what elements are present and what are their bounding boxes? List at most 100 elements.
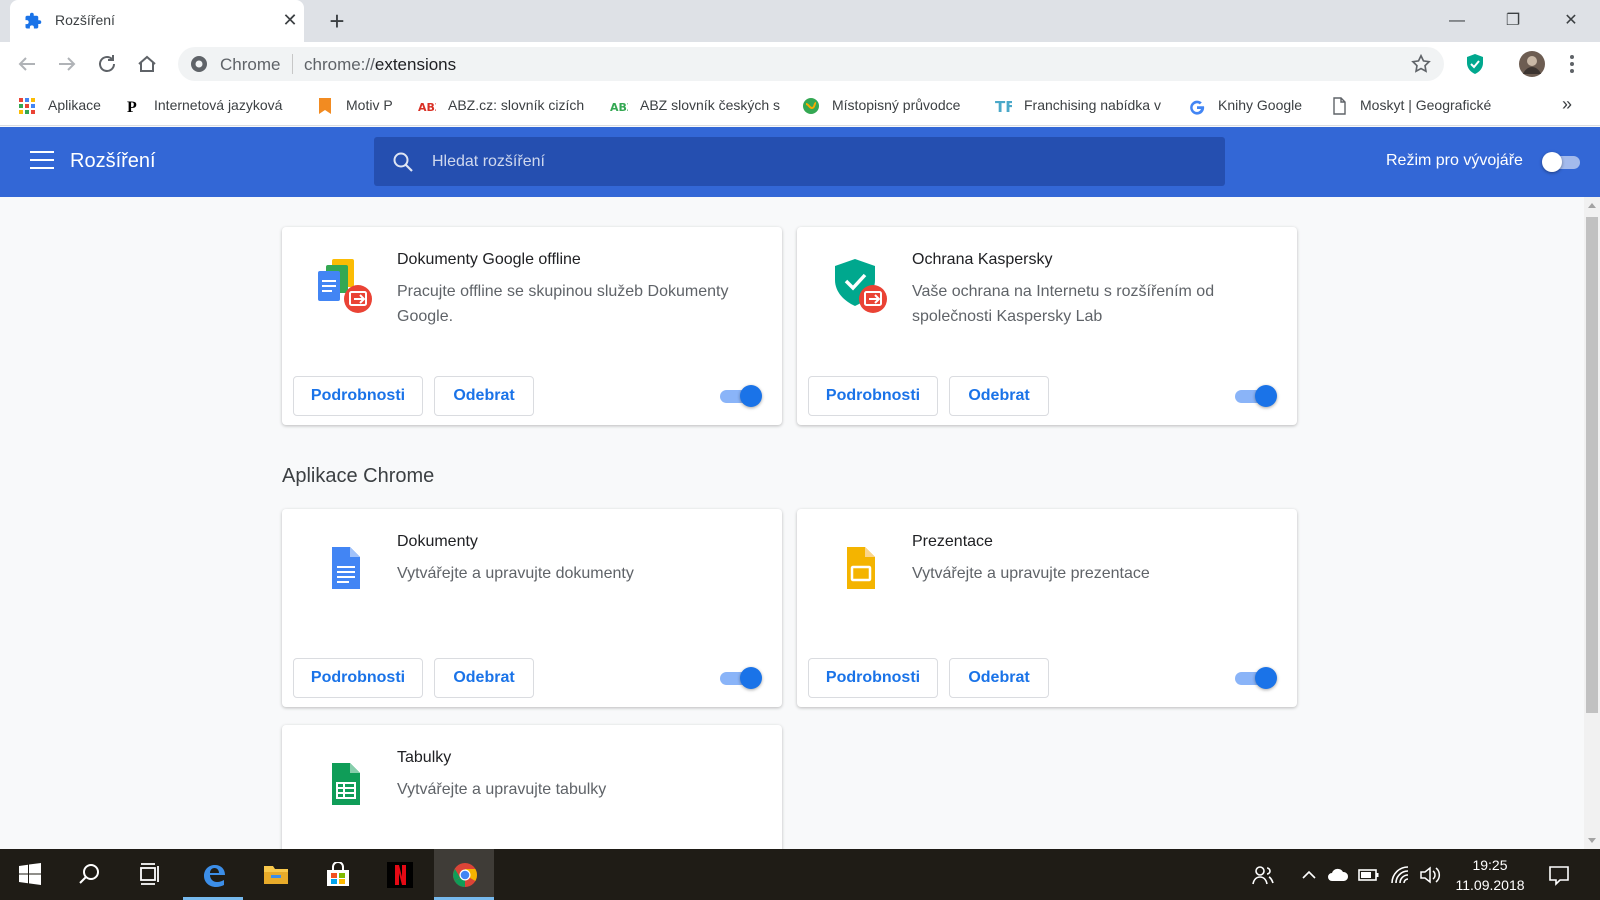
remove-button[interactable]: Odebrat bbox=[949, 658, 1049, 698]
app-description: Vytvářejte a upravujte tabulky bbox=[397, 781, 607, 798]
taskbar-file-explorer[interactable] bbox=[245, 849, 305, 900]
bookmarks-overflow-button[interactable]: » bbox=[1562, 94, 1572, 115]
clock-date: 11.09.2018 bbox=[1455, 877, 1525, 893]
bookmark-knihy-google[interactable]: Knihy Google bbox=[1188, 96, 1308, 116]
details-button[interactable]: Podrobnosti bbox=[808, 658, 938, 698]
google-docs-offline-icon bbox=[318, 259, 372, 313]
start-button[interactable] bbox=[0, 849, 60, 900]
details-button[interactable]: Podrobnosti bbox=[293, 658, 423, 698]
window-close-button[interactable]: ✕ bbox=[1548, 6, 1594, 36]
bookmarks-bar: Aplikace P Internetová jazyková Motiv P … bbox=[0, 86, 1600, 126]
bookmark-star-icon[interactable] bbox=[1410, 53, 1432, 75]
google-g-icon bbox=[1190, 100, 1205, 115]
minimize-button[interactable]: — bbox=[1434, 6, 1480, 36]
task-view-button[interactable] bbox=[120, 849, 180, 900]
cloud-icon[interactable] bbox=[1327, 864, 1349, 886]
bookmark-motiv-p[interactable]: Motiv P bbox=[316, 96, 398, 116]
scroll-up-icon[interactable] bbox=[1588, 203, 1596, 208]
bookmark-mistopisny-pruvodce[interactable]: Místopisný průvodce bbox=[802, 96, 972, 116]
app-description: Vytvářejte a upravujte prezentace bbox=[912, 565, 1150, 582]
remove-button[interactable]: Odebrat bbox=[949, 376, 1049, 416]
details-button[interactable]: Podrobnosti bbox=[293, 376, 423, 416]
avatar[interactable] bbox=[1518, 50, 1546, 78]
forward-icon[interactable] bbox=[53, 50, 81, 78]
taskbar-netflix[interactable] bbox=[369, 849, 429, 900]
address-bar[interactable]: Chrome chrome://extensions bbox=[178, 47, 1444, 81]
extension-description: Pracujte offline se skupinou služeb Doku… bbox=[397, 283, 729, 325]
app-card-sheets: Tabulky Vytvářejte a upravujte tabulky bbox=[282, 725, 782, 849]
search-icon bbox=[79, 864, 99, 884]
system-clock[interactable]: 19:25 11.09.2018 bbox=[1440, 855, 1540, 895]
battery-icon[interactable] bbox=[1358, 864, 1380, 886]
extension-card-docs-offline: Dokumenty Google offline Pracujte offlin… bbox=[282, 227, 782, 425]
task-view-icon bbox=[140, 863, 159, 885]
extension-card-kaspersky: Ochrana Kaspersky Vaše ochrana na Intern… bbox=[797, 227, 1297, 425]
bookmark-icon bbox=[319, 98, 331, 114]
wifi-icon[interactable] bbox=[1389, 864, 1411, 886]
extension-enable-toggle[interactable] bbox=[1235, 385, 1277, 407]
bookmark-internetova-jazykova[interactable]: P Internetová jazyková bbox=[124, 96, 292, 116]
bookmark-abz-cizich[interactable]: ABZ ABZ.cz: slovník cizích bbox=[418, 96, 586, 116]
windows-taskbar: 19:25 11.09.2018 bbox=[0, 849, 1600, 900]
remove-button[interactable]: Odebrat bbox=[434, 376, 534, 416]
page-title: Rozšíření bbox=[70, 150, 156, 172]
clock-time: 19:25 bbox=[1472, 857, 1508, 873]
menu-dots-icon[interactable] bbox=[1562, 52, 1582, 76]
bookmark-aplikace[interactable]: Aplikace bbox=[18, 96, 108, 116]
app-card-slides: Prezentace Vytvářejte a upravujte prezen… bbox=[797, 509, 1297, 707]
hamburger-menu-icon[interactable] bbox=[30, 151, 54, 171]
notification-icon[interactable] bbox=[1548, 864, 1570, 886]
app-card-docs: Dokumenty Vytvářejte a upravujte dokumen… bbox=[282, 509, 782, 707]
taskbar-search-button[interactable] bbox=[60, 849, 120, 900]
url-text[interactable]: chrome://extensions bbox=[304, 55, 456, 75]
developer-mode-toggle[interactable] bbox=[1542, 152, 1582, 172]
app-name: Prezentace bbox=[912, 533, 993, 550]
kaspersky-shield-icon[interactable] bbox=[1463, 52, 1487, 76]
omnibox-separator bbox=[292, 54, 293, 74]
search-box[interactable] bbox=[374, 137, 1225, 186]
details-button[interactable]: Podrobnosti bbox=[808, 376, 938, 416]
google-docs-icon bbox=[332, 547, 360, 589]
back-icon[interactable] bbox=[13, 50, 41, 78]
app-enable-toggle[interactable] bbox=[720, 667, 762, 689]
app-description: Vytvářejte a upravujte dokumenty bbox=[397, 565, 634, 582]
extension-name: Dokumenty Google offline bbox=[397, 251, 581, 268]
search-input[interactable] bbox=[432, 147, 1192, 177]
taskbar-chrome[interactable] bbox=[434, 849, 494, 900]
taskbar-store[interactable] bbox=[307, 849, 367, 900]
svg-text:ABZ: ABZ bbox=[610, 101, 628, 114]
svg-text:TF: TF bbox=[995, 98, 1012, 115]
volume-icon[interactable] bbox=[1419, 864, 1441, 886]
scrollbar-thumb[interactable] bbox=[1586, 217, 1598, 713]
tab-strip: Rozšíření ✕ + — ❐ ✕ bbox=[0, 0, 1600, 42]
tab-close-icon[interactable]: ✕ bbox=[280, 10, 300, 30]
chrome-icon bbox=[191, 56, 207, 72]
section-title-chrome-apps: Aplikace Chrome bbox=[282, 465, 435, 487]
remove-button[interactable]: Odebrat bbox=[434, 658, 534, 698]
svg-text:ABZ: ABZ bbox=[418, 101, 436, 114]
extension-enable-toggle[interactable] bbox=[720, 385, 762, 407]
bookmark-abz-ceskych[interactable]: ABZ ABZ slovník českých s bbox=[610, 96, 782, 116]
restore-button[interactable]: ❐ bbox=[1490, 6, 1536, 36]
bookmark-moskyt[interactable]: Moskyt | Geografické bbox=[1330, 96, 1502, 116]
url-scheme: chrome:// bbox=[304, 55, 375, 74]
app-enable-toggle[interactable] bbox=[1235, 667, 1277, 689]
browser-toolbar: Chrome chrome://extensions bbox=[0, 42, 1600, 86]
taskbar-edge[interactable] bbox=[183, 849, 243, 900]
bookmark-franchising[interactable]: TF Franchising nabídka v bbox=[994, 96, 1162, 116]
tab-title: Rozšíření bbox=[55, 12, 115, 28]
reload-icon[interactable] bbox=[93, 50, 121, 78]
kaspersky-protection-icon bbox=[835, 259, 887, 313]
search-icon bbox=[393, 152, 413, 172]
scroll-down-icon[interactable] bbox=[1588, 838, 1596, 843]
page-scrollbar[interactable] bbox=[1584, 197, 1600, 849]
home-icon[interactable] bbox=[133, 50, 161, 78]
extension-description: Vaše ochrana na Internetu s rozšířením o… bbox=[912, 283, 1215, 325]
new-tab-button[interactable]: + bbox=[325, 6, 349, 36]
people-icon[interactable] bbox=[1252, 864, 1274, 886]
tab-extensions[interactable]: Rozšíření ✕ bbox=[10, 0, 304, 42]
url-host: extensions bbox=[374, 55, 457, 74]
globe-icon bbox=[803, 98, 819, 114]
chevron-up-icon[interactable] bbox=[1298, 864, 1320, 886]
app-name: Dokumenty bbox=[397, 533, 478, 550]
